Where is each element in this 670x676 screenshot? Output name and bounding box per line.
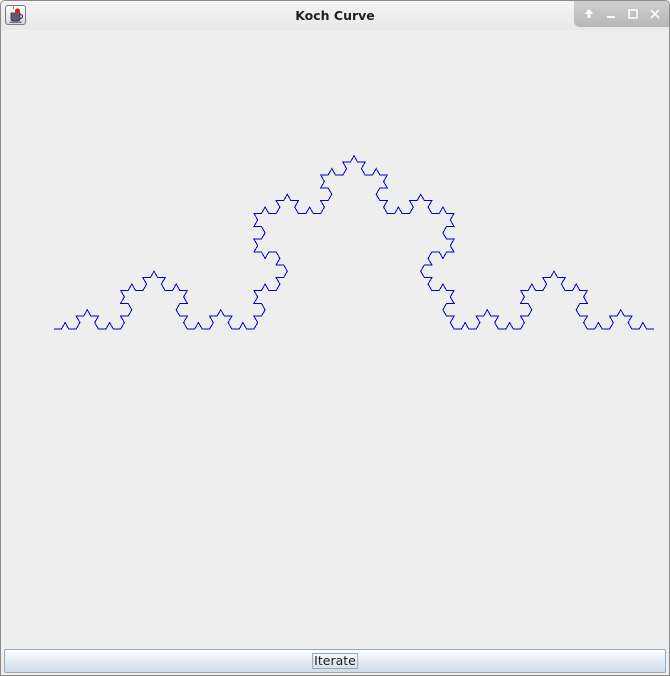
koch-curve bbox=[54, 154, 654, 330]
iterate-button-label: Iterate bbox=[312, 653, 358, 669]
drawing-canvas bbox=[1, 30, 669, 647]
close-icon[interactable] bbox=[647, 6, 663, 22]
app-window: Koch Curve Iterate bbox=[0, 0, 670, 676]
maximize-icon[interactable] bbox=[625, 6, 641, 22]
minimize-icon[interactable] bbox=[603, 6, 619, 22]
title-bar[interactable]: Koch Curve bbox=[1, 1, 669, 30]
pin-icon[interactable] bbox=[581, 6, 597, 22]
koch-curve-svg bbox=[54, 154, 654, 330]
iterate-button[interactable]: Iterate bbox=[4, 649, 666, 673]
window-controls bbox=[574, 1, 669, 27]
window-title: Koch Curve bbox=[295, 8, 375, 23]
